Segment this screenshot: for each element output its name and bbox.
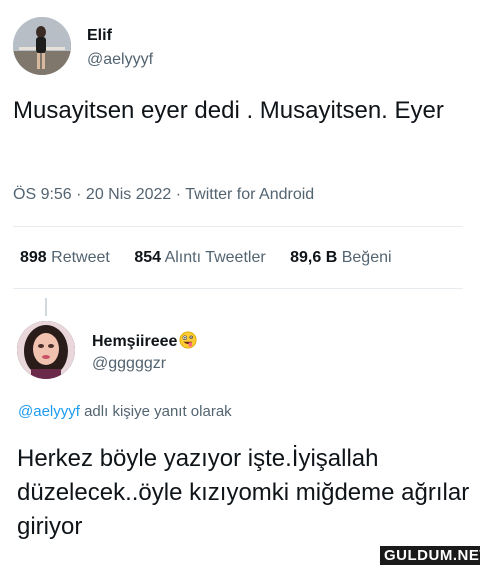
reply-author-name-text: Hemşiireee bbox=[92, 333, 178, 350]
tweet-meta[interactable]: ÖS 9:56 · 20 Nis 2022 · Twitter for Andr… bbox=[13, 186, 314, 204]
reply-to-handle-link[interactable]: @aelyyyf bbox=[18, 403, 80, 420]
retweets-stat[interactable]: 898 Retweet bbox=[20, 249, 110, 267]
divider bbox=[13, 226, 463, 227]
author-name[interactable]: Elif bbox=[87, 27, 112, 45]
avatar-photo bbox=[13, 17, 71, 75]
reply-to-text: adlı kişiye yanıt olarak bbox=[79, 403, 232, 420]
likes-label: Beğeni bbox=[341, 249, 392, 266]
likes-count: 89,6 B bbox=[290, 249, 338, 266]
author-handle[interactable]: @aelyyyf bbox=[87, 51, 153, 69]
avatar[interactable] bbox=[13, 17, 71, 75]
tweet-stats: 898 Retweet 854 Alıntı Tweetler 89,6 B B… bbox=[20, 249, 412, 267]
reply-text: Herkez böyle yazıyor işte.İyişallah düze… bbox=[17, 445, 470, 540]
reply-author-handle[interactable]: @gggggzr bbox=[92, 355, 166, 373]
quotes-label: Alıntı Tweetler bbox=[164, 249, 266, 266]
tweet-text: Musayitsen eyer dedi . Musayitsen. Eyer bbox=[13, 97, 444, 124]
watermark-logo: GULDUM.NET bbox=[380, 546, 480, 565]
quotes-stat[interactable]: 854 Alıntı Tweetler bbox=[134, 249, 265, 267]
likes-stat[interactable]: 89,6 B Beğeni bbox=[290, 249, 391, 267]
thread-line bbox=[45, 298, 47, 316]
retweets-count: 898 bbox=[20, 249, 47, 266]
retweets-label: Retweet bbox=[51, 249, 110, 266]
reply-avatar[interactable] bbox=[17, 321, 75, 379]
quotes-count: 854 bbox=[134, 249, 162, 266]
reply-author-name[interactable]: Hemşiireee bbox=[92, 331, 197, 351]
reply-context: @aelyyyf adlı kişiye yanıt olarak bbox=[18, 403, 232, 420]
reply-avatar-photo bbox=[17, 321, 75, 379]
divider bbox=[13, 288, 463, 289]
zany-face-icon bbox=[179, 331, 197, 349]
